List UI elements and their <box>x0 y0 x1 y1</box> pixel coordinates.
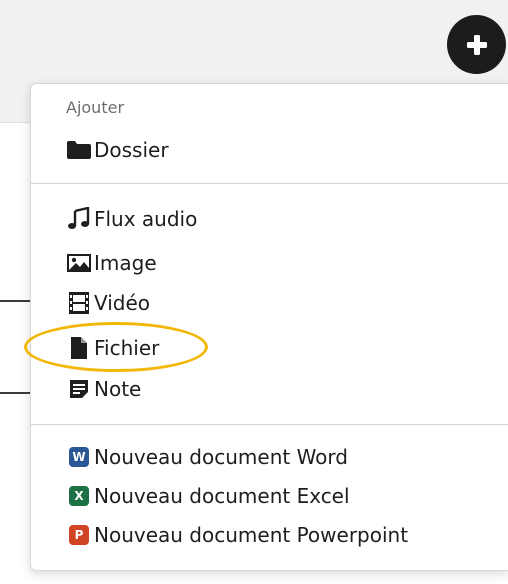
word-icon: W <box>69 447 89 467</box>
menu-item-new-word[interactable]: W Nouveau document Word <box>65 442 348 472</box>
menu-item-label: Note <box>94 377 142 401</box>
excel-icon: X <box>69 486 89 506</box>
menu-item-label: Fichier <box>94 336 160 360</box>
menu-item-audio[interactable]: Flux audio <box>65 204 197 234</box>
menu-item-image[interactable]: Image <box>65 248 157 278</box>
menu-item-label: Nouveau document Powerpoint <box>94 523 409 547</box>
image-icon <box>65 251 93 275</box>
add-menu: Ajouter Dossier Flux audio Image Vidéo F… <box>30 83 508 571</box>
menu-item-label: Image <box>94 251 157 275</box>
menu-item-new-powerpoint[interactable]: P Nouveau document Powerpoint <box>65 520 408 550</box>
menu-divider <box>31 424 508 425</box>
file-icon <box>65 336 93 360</box>
background-divider <box>0 300 34 302</box>
folder-icon <box>65 138 93 162</box>
menu-item-label: Nouveau document Word <box>94 445 348 469</box>
menu-item-label: Flux audio <box>94 207 198 231</box>
menu-item-video[interactable]: Vidéo <box>65 288 150 318</box>
music-note-icon <box>65 207 93 231</box>
menu-item-file[interactable]: Fichier <box>65 333 159 363</box>
note-icon <box>65 377 93 401</box>
menu-item-new-excel[interactable]: X Nouveau document Excel <box>65 481 350 511</box>
film-icon <box>65 291 93 315</box>
menu-item-label: Vidéo <box>94 291 151 315</box>
page: Ajouter Dossier Flux audio Image Vidéo F… <box>0 0 508 584</box>
powerpoint-icon: P <box>69 525 89 545</box>
menu-item-label: Dossier <box>94 138 169 162</box>
menu-item-note[interactable]: Note <box>65 374 141 404</box>
menu-item-label: Nouveau document Excel <box>94 484 350 508</box>
menu-divider <box>31 183 508 184</box>
add-button[interactable] <box>447 15 506 74</box>
plus-icon <box>466 34 487 55</box>
menu-item-folder[interactable]: Dossier <box>65 135 169 165</box>
background-divider <box>0 392 34 394</box>
menu-section-label: Ajouter <box>66 98 125 117</box>
